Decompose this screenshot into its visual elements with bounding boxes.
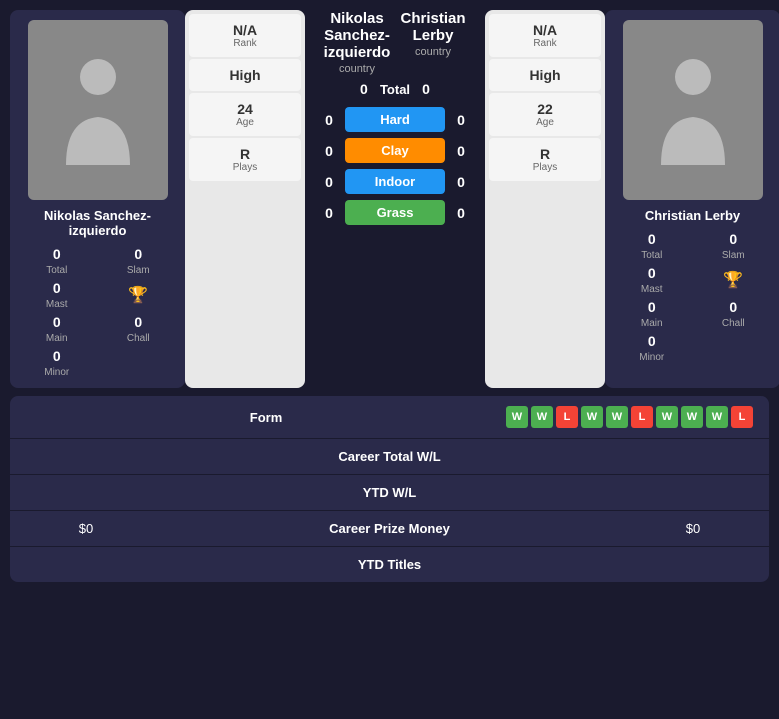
form-row: Form W W L W W L W W W L [10, 396, 769, 439]
right-trophy: 🏆 [695, 265, 773, 295]
trophy-icon-left: 🏆 [128, 285, 148, 305]
total-row: 0 Total 0 [319, 81, 471, 97]
form-badge-2: W [531, 406, 553, 428]
form-badge-1: W [506, 406, 528, 428]
left-plays: R Plays [189, 138, 301, 181]
form-badge-7: W [656, 406, 678, 428]
right-stat-main: 0 Main [613, 299, 691, 329]
form-badge-8: W [681, 406, 703, 428]
right-stats-panel: N/A Rank High 22 Age R Plays [485, 10, 605, 388]
names-row: Nikolas Sanchez-izquierdo country Christ… [319, 10, 471, 75]
right-plays: R Plays [489, 138, 601, 181]
left-stats-grid: 0 Total 0 Slam 0 Mast 🏆 0 Main [18, 246, 177, 378]
surface-clay-btn[interactable]: Clay [345, 138, 445, 163]
left-age: 24 Age [189, 93, 301, 136]
left-high: High [189, 59, 301, 91]
ytd-wl-row: YTD W/L [10, 475, 769, 511]
left-trophy: 🏆 [100, 280, 178, 310]
surface-hard-row: 0 Hard 0 [319, 107, 471, 132]
right-age: 22 Age [489, 93, 601, 136]
ytd-titles-row: YTD Titles [10, 547, 769, 582]
bottom-rows: Form W W L W W L W W W L Career Total W/… [10, 396, 769, 582]
right-high: High [489, 59, 601, 91]
left-name-center: Nikolas Sanchez-izquierdo country [319, 10, 395, 75]
right-stats-grid: 0 Total 0 Slam 0 Mast 🏆 0 Main [613, 231, 772, 363]
left-stat-total: 0 Total [18, 246, 96, 276]
right-prize: $0 [633, 521, 753, 536]
career-total-row: Career Total W/L [10, 439, 769, 475]
middle-section: N/A Rank High 24 Age R Plays [185, 10, 605, 388]
left-rank: N/A Rank [189, 14, 301, 57]
right-name-center: Christian Lerby country [395, 10, 471, 58]
left-player-name: Nikolas Sanchez-izquierdo [18, 208, 177, 238]
right-stat-slam: 0 Slam [695, 231, 773, 261]
right-player-card: Christian Lerby 0 Total 0 Slam 0 Mast 🏆 [605, 10, 779, 388]
left-prize: $0 [26, 521, 146, 536]
career-prize-row: $0 Career Prize Money $0 [10, 511, 769, 547]
left-player-card: Nikolas Sanchez-izquierdo 0 Total 0 Slam… [10, 10, 185, 388]
form-badge-9: W [706, 406, 728, 428]
center-section: Nikolas Sanchez-izquierdo country Christ… [311, 10, 479, 388]
form-badge-5: W [606, 406, 628, 428]
left-stats-panel: N/A Rank High 24 Age R Plays [185, 10, 305, 388]
left-stat-main: 0 Main [18, 314, 96, 344]
form-badge-4: W [581, 406, 603, 428]
right-stat-mast: 0 Mast [613, 265, 691, 295]
left-stat-minor: 0 Minor [18, 348, 96, 378]
right-stat-total: 0 Total [613, 231, 691, 261]
right-rank: N/A Rank [489, 14, 601, 57]
form-badge-6: L [631, 406, 653, 428]
right-stat-chall: 0 Chall [695, 299, 773, 329]
left-stat-slam: 0 Slam [100, 246, 178, 276]
right-stat-minor: 0 Minor [613, 333, 691, 363]
right-player-avatar [623, 20, 763, 200]
main-container: Nikolas Sanchez-izquierdo 0 Total 0 Slam… [0, 0, 779, 592]
left-stat-mast: 0 Mast [18, 280, 96, 310]
form-badges: W W L W W L W W W L [506, 406, 753, 428]
surface-grass-row: 0 Grass 0 [319, 200, 471, 225]
right-player-name: Christian Lerby [645, 208, 740, 223]
top-section: Nikolas Sanchez-izquierdo 0 Total 0 Slam… [10, 10, 769, 388]
surface-indoor-row: 0 Indoor 0 [319, 169, 471, 194]
left-player-avatar [28, 20, 168, 200]
surface-indoor-btn[interactable]: Indoor [345, 169, 445, 194]
surface-grass-btn[interactable]: Grass [345, 200, 445, 225]
surface-clay-row: 0 Clay 0 [319, 138, 471, 163]
form-badge-3: L [556, 406, 578, 428]
left-stat-chall: 0 Chall [100, 314, 178, 344]
trophy-icon-right: 🏆 [723, 270, 743, 290]
surface-hard-btn[interactable]: Hard [345, 107, 445, 132]
form-badge-10: L [731, 406, 753, 428]
